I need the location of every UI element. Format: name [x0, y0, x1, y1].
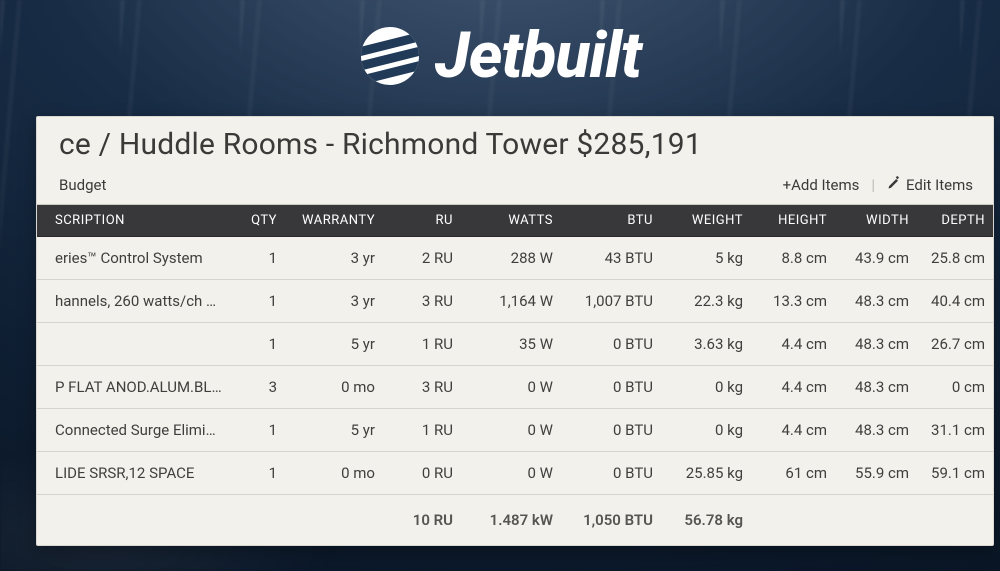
cell-qty: 1: [232, 323, 287, 366]
col-description[interactable]: SCRIPTION: [37, 205, 232, 237]
cell-warranty: 0 mo: [287, 366, 385, 409]
total-btu: 1,050 BTU: [563, 495, 663, 546]
cell-width: 55.9 cm: [837, 452, 919, 495]
cell-qty: 3: [232, 366, 287, 409]
col-height[interactable]: HEIGHT: [753, 205, 837, 237]
cell-btu: 43 BTU: [563, 237, 663, 280]
total-watts: 1.487 kW: [463, 495, 563, 546]
cell-description: hannels, 260 watts/ch at 8…: [37, 280, 232, 323]
col-weight[interactable]: WEIGHT: [663, 205, 753, 237]
cell-qty: 1: [232, 452, 287, 495]
table-row[interactable]: LIDE SRSR,12 SPACE10 mo0 RU0 W0 BTU25.85…: [37, 452, 994, 495]
cell-qty: 1: [232, 409, 287, 452]
table-row[interactable]: 15 yr1 RU35 W0 BTU3.63 kg4.4 cm48.3 cm26…: [37, 323, 994, 366]
panel-subbar: Budget +Add Items | Edit Items: [37, 164, 993, 205]
add-items-button[interactable]: +Add Items: [783, 176, 860, 194]
pencil-icon: [887, 176, 901, 194]
cell-btu: 0 BTU: [563, 452, 663, 495]
cell-height: 61 cm: [753, 452, 837, 495]
table-row[interactable]: P FLAT ANOD.ALUM.BLANK30 mo3 RU0 W0 BTU0…: [37, 366, 994, 409]
cell-warranty: 5 yr: [287, 409, 385, 452]
cell-width: 48.3 cm: [837, 409, 919, 452]
cell-btu: 1,007 BTU: [563, 280, 663, 323]
table-header-row: SCRIPTION QTY WARRANTY RU WATTS BTU WEIG…: [37, 205, 994, 237]
cell-width: 48.3 cm: [837, 366, 919, 409]
cell-btu: 0 BTU: [563, 366, 663, 409]
cell-weight: 0 kg: [663, 366, 753, 409]
col-warranty[interactable]: WARRANTY: [287, 205, 385, 237]
col-watts[interactable]: WATTS: [463, 205, 563, 237]
cell-weight: 3.63 kg: [663, 323, 753, 366]
cell-height: 4.4 cm: [753, 366, 837, 409]
cell-height: 13.3 cm: [753, 280, 837, 323]
cell-btu: 0 BTU: [563, 323, 663, 366]
cell-ru: 1 RU: [385, 323, 463, 366]
page-title: ce / Huddle Rooms - Richmond Tower $285,…: [59, 127, 975, 162]
cell-description: LIDE SRSR,12 SPACE: [37, 452, 232, 495]
budget-panel: ce / Huddle Rooms - Richmond Tower $285,…: [36, 116, 994, 546]
cell-description: [37, 323, 232, 366]
cell-weight: 25.85 kg: [663, 452, 753, 495]
cell-depth: 0 cm: [919, 366, 994, 409]
table-row[interactable]: eries™ Control System13 yr2 RU288 W43 BT…: [37, 237, 994, 280]
cell-depth: 26.7 cm: [919, 323, 994, 366]
cell-height: 4.4 cm: [753, 323, 837, 366]
items-table: SCRIPTION QTY WARRANTY RU WATTS BTU WEIG…: [37, 205, 994, 545]
add-items-label: +Add Items: [783, 176, 860, 194]
cell-watts: 0 W: [463, 366, 563, 409]
cell-warranty: 3 yr: [287, 280, 385, 323]
cell-depth: 25.8 cm: [919, 237, 994, 280]
cell-warranty: 0 mo: [287, 452, 385, 495]
table-total-row: 10 RU 1.487 kW 1,050 BTU 56.78 kg: [37, 495, 994, 546]
cell-ru: 0 RU: [385, 452, 463, 495]
cell-ru: 1 RU: [385, 409, 463, 452]
cell-watts: 35 W: [463, 323, 563, 366]
cell-warranty: 3 yr: [287, 237, 385, 280]
cell-width: 48.3 cm: [837, 280, 919, 323]
panel-title-bar: ce / Huddle Rooms - Richmond Tower $285,…: [37, 117, 993, 164]
cell-watts: 1,164 W: [463, 280, 563, 323]
brand-name: Jetbuilt: [435, 18, 641, 93]
brand-logo-icon: [359, 25, 421, 87]
cell-weight: 5 kg: [663, 237, 753, 280]
col-btu[interactable]: BTU: [563, 205, 663, 237]
cell-weight: 0 kg: [663, 409, 753, 452]
cell-ru: 3 RU: [385, 366, 463, 409]
cell-ru: 2 RU: [385, 237, 463, 280]
cell-depth: 40.4 cm: [919, 280, 994, 323]
cell-btu: 0 BTU: [563, 409, 663, 452]
table-row[interactable]: hannels, 260 watts/ch at 8…13 yr3 RU1,16…: [37, 280, 994, 323]
cell-height: 4.4 cm: [753, 409, 837, 452]
table-body: eries™ Control System13 yr2 RU288 W43 BT…: [37, 237, 994, 546]
cell-height: 8.8 cm: [753, 237, 837, 280]
cell-width: 43.9 cm: [837, 237, 919, 280]
col-ru[interactable]: RU: [385, 205, 463, 237]
brand: Jetbuilt: [0, 18, 1000, 93]
cell-depth: 59.1 cm: [919, 452, 994, 495]
cell-qty: 1: [232, 280, 287, 323]
tab-budget[interactable]: Budget: [59, 176, 106, 194]
total-ru: 10 RU: [385, 495, 463, 546]
cell-qty: 1: [232, 237, 287, 280]
cell-description: eries™ Control System: [37, 237, 232, 280]
col-qty[interactable]: QTY: [232, 205, 287, 237]
cell-watts: 0 W: [463, 452, 563, 495]
cell-weight: 22.3 kg: [663, 280, 753, 323]
total-weight: 56.78 kg: [663, 495, 753, 546]
cell-width: 48.3 cm: [837, 323, 919, 366]
table-row[interactable]: Connected Surge Eliminato…15 yr1 RU0 W0 …: [37, 409, 994, 452]
cell-ru: 3 RU: [385, 280, 463, 323]
col-width[interactable]: WIDTH: [837, 205, 919, 237]
cell-watts: 0 W: [463, 409, 563, 452]
edit-items-label: Edit Items: [906, 176, 973, 194]
action-separator: |: [871, 176, 875, 194]
cell-watts: 288 W: [463, 237, 563, 280]
col-depth[interactable]: DEPTH: [919, 205, 994, 237]
cell-description: P FLAT ANOD.ALUM.BLANK: [37, 366, 232, 409]
cell-warranty: 5 yr: [287, 323, 385, 366]
cell-depth: 31.1 cm: [919, 409, 994, 452]
edit-items-button[interactable]: Edit Items: [887, 176, 973, 194]
cell-description: Connected Surge Eliminato…: [37, 409, 232, 452]
